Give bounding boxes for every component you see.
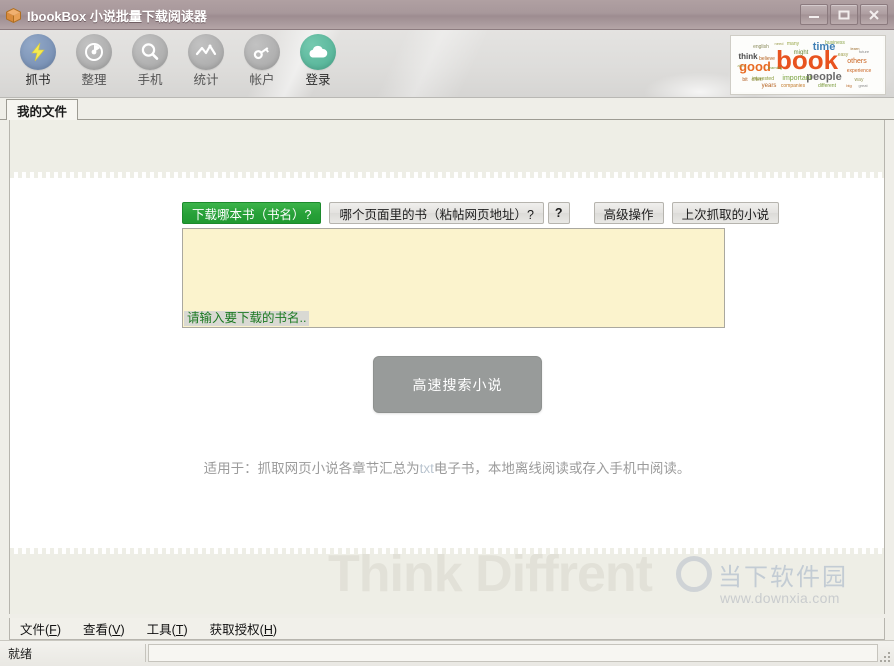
toolbar-label: 抓书 <box>25 73 51 87</box>
caption-prefix: 适用于：抓取网页小说各章节汇总为 <box>203 461 420 476</box>
close-button[interactable] <box>860 4 888 25</box>
svg-text:future: future <box>859 49 870 54</box>
toolbar-item-stats[interactable]: 统计 <box>182 34 230 87</box>
svg-text:important: important <box>782 75 811 82</box>
resize-grip[interactable] <box>880 652 891 663</box>
toolbar-label: 统计 <box>193 73 219 87</box>
svg-text:might: might <box>794 50 809 56</box>
menu-bar: 文件(F) 查看(V) 工具(T) 获取授权(H) <box>9 618 885 640</box>
book-title-input-wrapper: 请输入要下载的书名.. <box>182 228 725 328</box>
minimize-button[interactable] <box>800 4 828 25</box>
caption-suffix: 电子书，本地离线阅读或存入手机中阅读。 <box>433 461 691 476</box>
svg-text:experience: experience <box>847 68 872 74</box>
dotted-divider-top <box>10 172 884 178</box>
advanced-options-button[interactable]: 高级操作 <box>593 202 664 224</box>
cloud-upload-icon <box>300 34 336 70</box>
svg-text:believe: believe <box>759 56 775 62</box>
svg-text:others: others <box>847 58 867 65</box>
svg-text:learn: learn <box>851 46 860 51</box>
mode-button-row: 下载哪本书（书名）? 哪个页面里的书（粘帖网页地址）? ? 高级操作 上次抓取的… <box>182 202 780 224</box>
toolbar-item-mobile[interactable]: 手机 <box>126 34 174 87</box>
lightning-bolt-icon <box>20 34 56 70</box>
box-icon <box>5 7 22 24</box>
menu-get-license[interactable]: 获取授权(H) <box>210 619 277 638</box>
menu-tools[interactable]: 工具(T) <box>147 619 188 638</box>
svg-text:big: big <box>846 83 851 88</box>
toolbar-item-grab-book[interactable]: 抓书 <box>14 34 62 87</box>
svg-text:great: great <box>858 83 868 88</box>
pie-clock-icon <box>76 34 112 70</box>
toolbar-item-account[interactable]: 帐户 <box>238 34 286 87</box>
tab-strip: 我的文件 <box>0 98 894 120</box>
svg-text:need: need <box>775 41 784 46</box>
svg-text:many: many <box>787 41 800 47</box>
title-bar: IbookBox 小说批量下载阅读器 <box>0 0 894 30</box>
toolbar-label: 帐户 <box>249 73 275 87</box>
svg-text:also: also <box>737 63 745 68</box>
svg-text:english: english <box>753 44 769 50</box>
toolbar-item-organize[interactable]: 整理 <box>70 34 118 87</box>
svg-text:learning: learning <box>768 65 782 70</box>
svg-text:different: different <box>818 83 837 89</box>
svg-text:companies: companies <box>781 83 806 89</box>
toolbar-items: 抓书 整理 手机 统计 帐户 登录 <box>14 34 350 87</box>
top-band <box>10 120 884 172</box>
content-panel: Think Diffrent 下载哪本书（书名）? 哪个页面里的书（粘帖网页地址… <box>9 120 885 614</box>
download-by-url-button[interactable]: 哪个页面里的书（粘帖网页地址）? <box>329 202 544 224</box>
toolbar-item-login[interactable]: 登录 <box>294 34 342 87</box>
menu-view[interactable]: 查看(V) <box>83 619 125 638</box>
svg-text:business: business <box>825 40 845 46</box>
svg-text:easy: easy <box>838 52 849 58</box>
application-window: IbookBox 小说批量下载阅读器 抓书 整理 手机 统计 帐户 登录 boo… <box>0 0 894 666</box>
download-by-title-button[interactable]: 下载哪本书（书名）? <box>182 202 322 224</box>
toolbar-label: 整理 <box>81 73 107 87</box>
maximize-button[interactable] <box>830 4 858 25</box>
key-icon <box>244 34 280 70</box>
svg-text:bit: bit <box>742 77 748 83</box>
bottom-band: Think Diffrent <box>10 554 884 614</box>
caption-highlight: txt <box>419 461 434 476</box>
background-slogan: Think Diffrent <box>328 554 653 603</box>
toolbar-label: 手机 <box>137 73 163 87</box>
last-grabbed-novel-button[interactable]: 上次抓取的小说 <box>671 202 780 224</box>
window-title: IbookBox 小说批量下载阅读器 <box>27 8 207 24</box>
menu-file[interactable]: 文件(F) <box>20 619 61 638</box>
help-button[interactable]: ? <box>547 202 570 224</box>
magnifier-icon <box>132 34 168 70</box>
status-secondary-panel <box>148 644 878 662</box>
main-toolbar: 抓书 整理 手机 统计 帐户 登录 book time good people … <box>0 30 894 98</box>
toolbar-label: 登录 <box>305 73 331 87</box>
svg-text:think: think <box>738 52 758 61</box>
zigzag-chart-icon <box>188 34 224 70</box>
window-controls <box>800 4 888 25</box>
status-bar: 就绪 <box>0 640 894 666</box>
book-title-input[interactable] <box>183 229 724 327</box>
tab-my-files[interactable]: 我的文件 <box>6 99 79 120</box>
fast-search-button[interactable]: 高速搜索小说 <box>373 356 542 413</box>
book-word-cloud-logo: book time good people think important ot… <box>730 35 886 95</box>
svg-text:often: often <box>751 77 762 83</box>
usage-caption: 适用于：抓取网页小说各章节汇总为txt电子书，本地离线阅读或存入手机中阅读。 <box>10 457 884 477</box>
status-text: 就绪 <box>3 644 146 662</box>
svg-text:years: years <box>762 83 777 89</box>
